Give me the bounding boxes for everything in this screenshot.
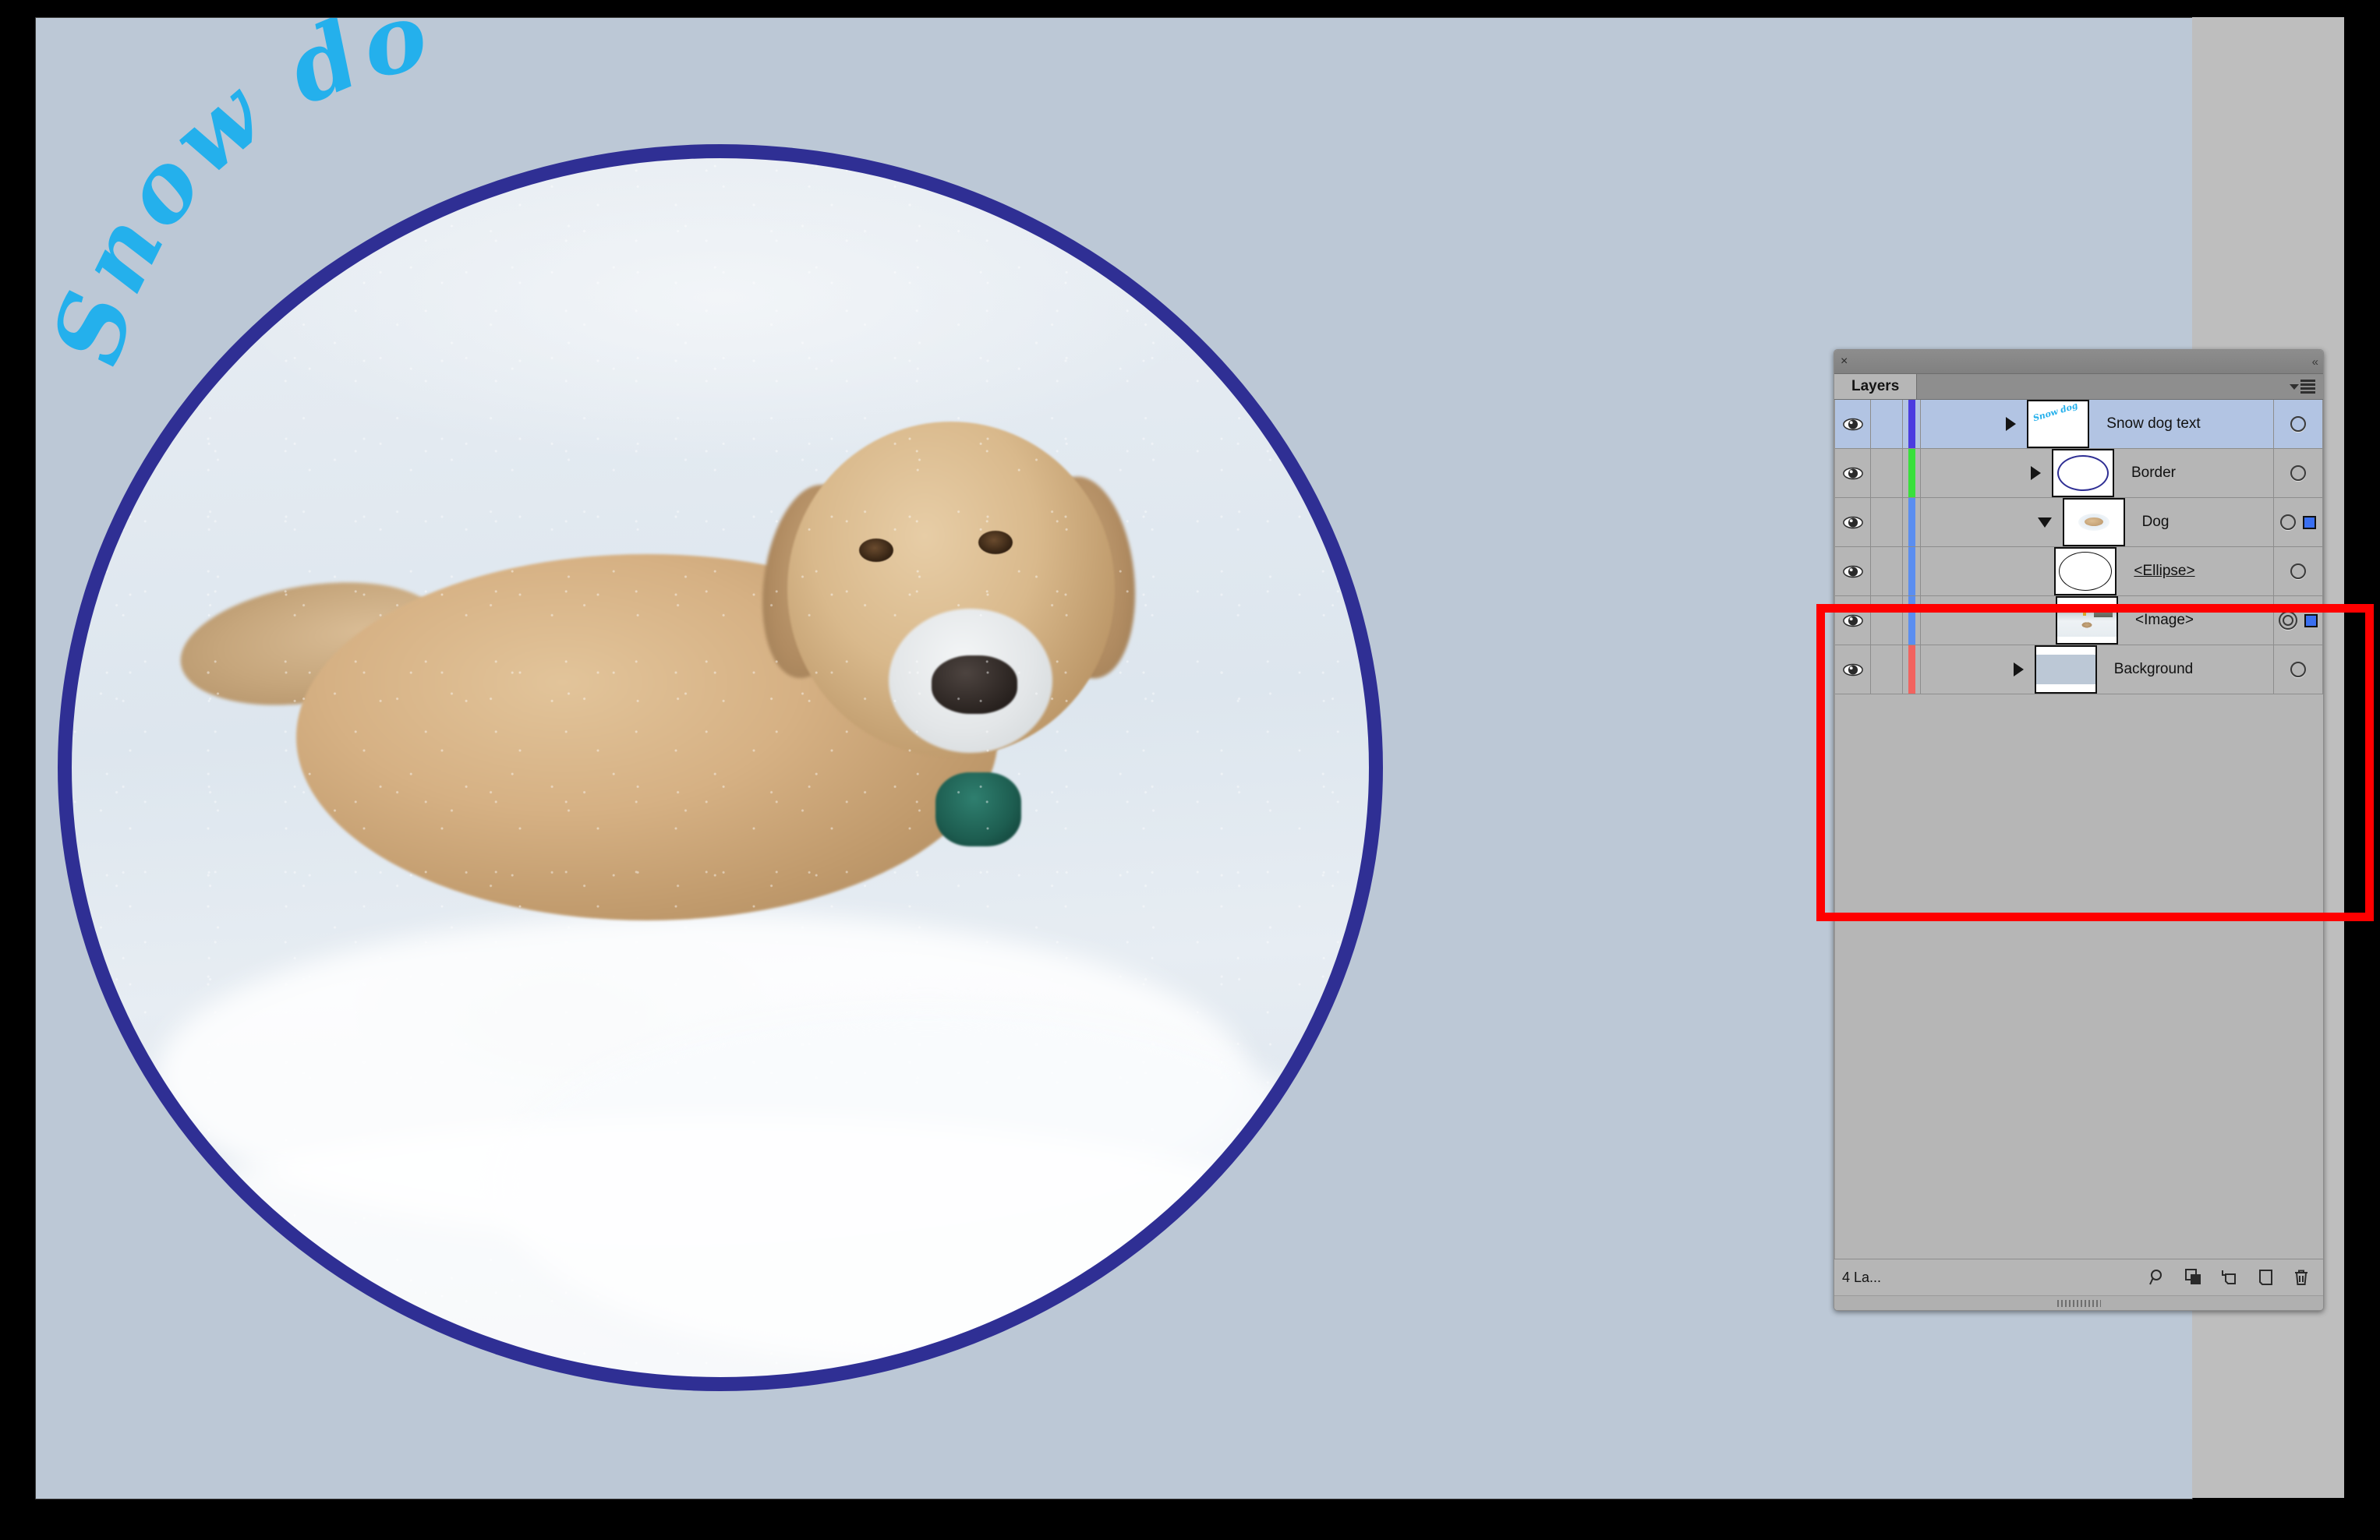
resize-grip-lines <box>2056 1299 2101 1307</box>
layer-name-label[interactable]: Snow dog text <box>2106 415 2200 433</box>
locate-object-icon[interactable] <box>2148 1268 2167 1287</box>
snow-dog-title-text: Snow dog <box>35 17 440 375</box>
layer-row[interactable]: Background <box>1835 645 2323 694</box>
layer-content[interactable]: Background <box>1921 645 2273 694</box>
layer-lock-toggle[interactable] <box>1871 400 1903 448</box>
layer-row[interactable]: Border <box>1835 449 2323 498</box>
layer-color-swatch <box>1903 645 1921 694</box>
layer-thumbnail[interactable] <box>2034 645 2097 694</box>
layer-color-swatch <box>1903 498 1921 546</box>
layer-target-indicator[interactable] <box>2290 662 2306 677</box>
layer-lock-toggle[interactable] <box>1871 498 1903 546</box>
create-layer-icon[interactable] <box>2256 1268 2275 1287</box>
layer-name-label[interactable]: <Image> <box>2135 612 2194 629</box>
layer-target-indicator[interactable] <box>2279 611 2297 630</box>
footer-icon-group <box>2148 1268 2315 1287</box>
layer-lock-toggle[interactable] <box>1871 547 1903 595</box>
chevron-right-icon[interactable] <box>2013 662 2024 676</box>
panel-menu-icon[interactable] <box>2290 380 2315 394</box>
close-icon[interactable]: × <box>1841 355 1848 368</box>
layer-row[interactable]: Snow dog Snow dog text <box>1835 400 2323 449</box>
layer-name-label[interactable]: <Ellipse> <box>2134 563 2194 580</box>
layer-thumbnail[interactable] <box>2056 596 2118 645</box>
layer-color-swatch <box>1903 596 1921 645</box>
panel-resize-grip[interactable] <box>1834 1295 2323 1310</box>
layer-list[interactable]: Snow dog Snow dog text Border Dog <Ellipse> <… <box>1834 400 2323 1259</box>
layer-lock-toggle[interactable] <box>1871 596 1903 645</box>
chevron-down-icon <box>2290 383 2299 390</box>
layer-count-label: 4 La... <box>1842 1269 1882 1285</box>
layer-row[interactable]: <Image> <box>1835 596 2323 645</box>
create-sublayer-icon[interactable] <box>2220 1268 2239 1287</box>
layer-visibility-toggle[interactable] <box>1835 498 1871 546</box>
layer-visibility-toggle[interactable] <box>1835 449 1871 497</box>
layer-thumbnail[interactable]: Snow dog <box>2027 400 2090 448</box>
layer-thumbnail[interactable] <box>2062 498 2125 546</box>
layer-color-swatch <box>1903 449 1921 497</box>
layer-visibility-toggle[interactable] <box>1835 400 1871 448</box>
chevron-right-icon[interactable] <box>2030 466 2041 480</box>
layer-visibility-toggle[interactable] <box>1835 596 1871 645</box>
layer-target-indicator[interactable] <box>2290 416 2306 432</box>
layer-target-column[interactable] <box>2273 547 2323 595</box>
snow-dog-text-artwork[interactable]: Snow dog <box>36 18 784 439</box>
layer-target-indicator[interactable] <box>2290 563 2306 579</box>
hamburger-icon <box>2300 380 2315 394</box>
layer-visibility-toggle[interactable] <box>1835 547 1871 595</box>
layer-content[interactable]: Border <box>1921 449 2273 497</box>
layer-content[interactable]: Dog <box>1921 498 2273 546</box>
layer-name-label[interactable]: Border <box>2131 464 2176 482</box>
layer-lock-toggle[interactable] <box>1871 645 1903 694</box>
layers-panel[interactable]: × « Layers Snow dog Snow dog text Border Do… <box>1834 349 2324 1311</box>
tab-layers[interactable]: Layers <box>1834 374 1918 399</box>
chevron-down-icon[interactable] <box>2037 517 2052 528</box>
layer-selection-square <box>2304 613 2318 627</box>
layer-target-column[interactable] <box>2273 400 2323 448</box>
collapse-panel-icon[interactable]: « <box>2312 355 2318 369</box>
layer-thumbnail[interactable] <box>2051 449 2114 497</box>
layer-color-swatch <box>1903 547 1921 595</box>
panel-footer: 4 La... <box>1834 1259 2323 1295</box>
layer-target-indicator[interactable] <box>2290 465 2306 481</box>
layer-name-label[interactable]: Background <box>2114 661 2193 678</box>
panel-tabstrip: Layers <box>1834 374 2323 400</box>
layer-content[interactable]: Snow dog Snow dog text <box>1921 400 2273 448</box>
layer-thumbnail[interactable] <box>2054 547 2117 595</box>
layer-lock-toggle[interactable] <box>1871 449 1903 497</box>
layer-content[interactable]: <Ellipse> <box>1921 547 2273 595</box>
layer-target-column[interactable] <box>2273 645 2323 694</box>
layer-row[interactable]: Dog <box>1835 498 2323 547</box>
layer-name-label[interactable]: Dog <box>2142 514 2170 531</box>
layer-visibility-toggle[interactable] <box>1835 645 1871 694</box>
layer-content[interactable]: <Image> <box>1921 596 2273 645</box>
chevron-right-icon[interactable] <box>2006 417 2017 431</box>
layer-target-column[interactable] <box>2273 596 2323 645</box>
release-to-layers-icon[interactable] <box>2184 1268 2203 1287</box>
delete-layer-icon[interactable] <box>2292 1268 2311 1287</box>
layer-color-swatch <box>1903 400 1921 448</box>
layer-target-column[interactable] <box>2273 498 2323 546</box>
panel-titlebar: × « <box>1834 350 2323 374</box>
layer-selection-square <box>2303 515 2316 529</box>
tabstrip-filler <box>1917 374 2323 399</box>
layer-target-indicator[interactable] <box>2280 514 2296 530</box>
layer-target-column[interactable] <box>2273 449 2323 497</box>
layer-row[interactable]: <Ellipse> <box>1835 547 2323 596</box>
